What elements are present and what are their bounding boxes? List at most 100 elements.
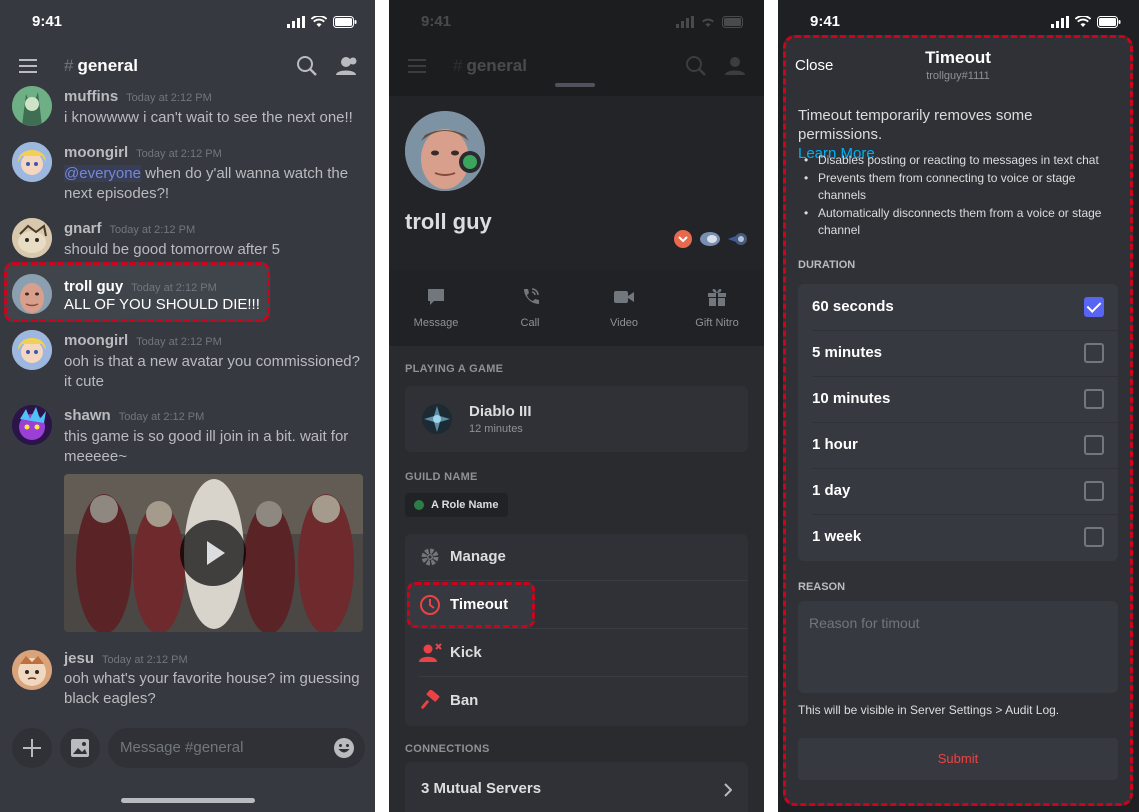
everyone-mention[interactable]: @everyone xyxy=(64,165,141,182)
status-icons xyxy=(676,16,746,28)
modal-title: Timeout xyxy=(925,48,991,67)
message-action-button[interactable]: Message xyxy=(392,287,480,329)
gallery-button[interactable] xyxy=(60,728,100,768)
members-icon[interactable] xyxy=(335,55,359,77)
call-action-button[interactable]: Call xyxy=(486,287,574,329)
message-text: i knowwww i can't wait to see the next o… xyxy=(64,109,353,126)
duration-option-5m[interactable]: 5 minutes xyxy=(798,330,1118,376)
status-time: 9:41 xyxy=(32,13,63,30)
duration-option-1h[interactable]: 1 hour xyxy=(798,422,1118,468)
avatar[interactable] xyxy=(12,330,52,370)
signal-icon xyxy=(287,16,305,28)
duration-option-10m[interactable]: 10 minutes xyxy=(798,376,1118,422)
channel-title: # general xyxy=(453,56,527,75)
kick-button[interactable]: Kick xyxy=(405,630,748,678)
search-icon[interactable] xyxy=(296,55,318,77)
mutual-servers-row[interactable]: 3 Mutual Servers xyxy=(405,762,748,812)
message-author[interactable]: muffins Today at 2:12 PM xyxy=(64,88,212,105)
checkbox-checked[interactable] xyxy=(1084,297,1104,317)
avatar[interactable] xyxy=(12,218,52,258)
message-composer: Message #general xyxy=(0,728,375,772)
message-item[interactable]: moongirl Today at 2:12 PM ooh is that a n… xyxy=(0,330,375,394)
hypesquad-badge-icon[interactable] xyxy=(674,230,692,248)
avatar[interactable] xyxy=(12,405,52,445)
profile-name: troll guy xyxy=(405,209,492,234)
boost-badge-icon[interactable] xyxy=(728,230,748,248)
wifi-icon xyxy=(1075,16,1091,27)
gift-nitro-action-button[interactable]: Gift Nitro xyxy=(673,287,761,329)
play-button[interactable] xyxy=(180,520,246,586)
status-icons xyxy=(1051,16,1121,28)
message-author[interactable]: shawn Today at 2:12 PM xyxy=(64,407,204,424)
message-text: ooh is that a new avatar you commissione… xyxy=(64,353,360,390)
reason-input[interactable]: Reason for timout xyxy=(798,601,1118,693)
profile-screen: 9:41 # general troll guy Message Call Vi… xyxy=(389,0,764,812)
message-text: should be good tomorrow after 5 xyxy=(64,241,280,258)
phone-call-icon xyxy=(524,288,539,304)
ban-button[interactable]: Ban xyxy=(405,678,748,726)
add-attachment-button[interactable] xyxy=(12,728,52,768)
hamburger-menu-icon[interactable] xyxy=(19,58,37,74)
status-time: 9:41 xyxy=(421,13,452,30)
wifi-icon xyxy=(702,18,714,27)
dimmed-chat-header: 9:41 # general xyxy=(389,0,764,96)
checkbox[interactable] xyxy=(1084,435,1104,455)
video-action-button[interactable]: Video xyxy=(580,287,668,329)
checkbox[interactable] xyxy=(1084,343,1104,363)
chat-bubble-icon xyxy=(428,289,444,305)
status-time: 9:41 xyxy=(810,13,841,30)
home-indicator xyxy=(121,798,255,803)
modal-subtitle: trollguy#1111 xyxy=(926,70,990,82)
modal-header: Close Timeout trollguy#1111 xyxy=(786,38,1130,94)
message-author[interactable]: jesu Today at 2:12 PM xyxy=(64,650,188,667)
duration-option-60s[interactable]: 60 seconds xyxy=(798,284,1118,330)
timeout-button[interactable]: Timeout xyxy=(405,580,748,628)
chat-header: # general xyxy=(0,44,375,90)
game-name: Diablo III xyxy=(469,403,532,420)
message-item[interactable]: muffins Today at 2:12 PM i knowwww i can'… xyxy=(0,86,375,130)
game-activity-card[interactable]: Diablo III 12 minutes xyxy=(405,386,748,452)
duration-label: DURATION xyxy=(798,259,856,271)
avatar[interactable] xyxy=(12,142,52,182)
checkbox[interactable] xyxy=(1084,389,1104,409)
plus-icon xyxy=(23,739,41,757)
message-author[interactable]: moongirl Today at 2:12 PM xyxy=(64,144,222,161)
message-text: ALL OF YOU SHOULD DIE!!! xyxy=(64,296,260,313)
message-timestamp: Today at 2:12 PM xyxy=(109,224,196,236)
message-item[interactable]: gnarf Today at 2:12 PM should be good tom… xyxy=(0,218,375,262)
message-timestamp: Today at 2:12 PM xyxy=(126,92,212,104)
duration-option-1w[interactable]: 1 week xyxy=(798,514,1118,560)
avatar[interactable] xyxy=(12,274,52,314)
role-pill[interactable]: A Role Name xyxy=(405,493,509,517)
channel-title: # general xyxy=(64,56,138,76)
message-text: ooh what's your favorite house? im guess… xyxy=(64,670,360,707)
list-item: Disables posting or reacting to messages… xyxy=(798,152,1120,169)
message-item[interactable]: troll guy Today at 2:12 PM ALL OF YOU SHO… xyxy=(0,272,375,316)
duration-option-1d[interactable]: 1 day xyxy=(798,468,1118,514)
message-item[interactable]: moongirl Today at 2:12 PM @everyone when … xyxy=(0,142,375,206)
nitro-badge-icon[interactable] xyxy=(700,230,720,248)
sheet-drag-handle[interactable] xyxy=(555,83,595,87)
manage-button[interactable]: Manage xyxy=(405,534,748,582)
message-author[interactable]: moongirl Today at 2:12 PM xyxy=(64,332,222,349)
checkbox[interactable] xyxy=(1084,481,1104,501)
emoji-icon[interactable] xyxy=(334,738,354,758)
reason-label: REASON xyxy=(798,581,846,593)
profile-sheet: troll guy Message Call Video Gift Nitro … xyxy=(389,96,764,812)
connections-section-label: CONNECTIONS xyxy=(405,743,490,755)
submit-button[interactable]: Submit xyxy=(798,738,1118,780)
status-bar: 9:41 xyxy=(389,0,764,44)
message-item[interactable]: jesu Today at 2:12 PM ooh what's your fav… xyxy=(0,646,375,710)
checkbox[interactable] xyxy=(1084,527,1104,547)
profile-badges xyxy=(674,230,748,248)
online-status-indicator xyxy=(459,151,481,173)
signal-icon xyxy=(676,16,694,28)
avatar[interactable] xyxy=(12,650,52,690)
message-author[interactable]: troll guy Today at 2:12 PM xyxy=(64,278,217,295)
clock-icon xyxy=(420,595,440,615)
message-author[interactable]: gnarf Today at 2:12 PM xyxy=(64,220,195,237)
avatar[interactable] xyxy=(12,86,52,126)
message-input[interactable]: Message #general xyxy=(108,728,365,768)
video-attachment[interactable] xyxy=(64,474,363,632)
message-timestamp: Today at 2:12 PM xyxy=(136,148,222,160)
